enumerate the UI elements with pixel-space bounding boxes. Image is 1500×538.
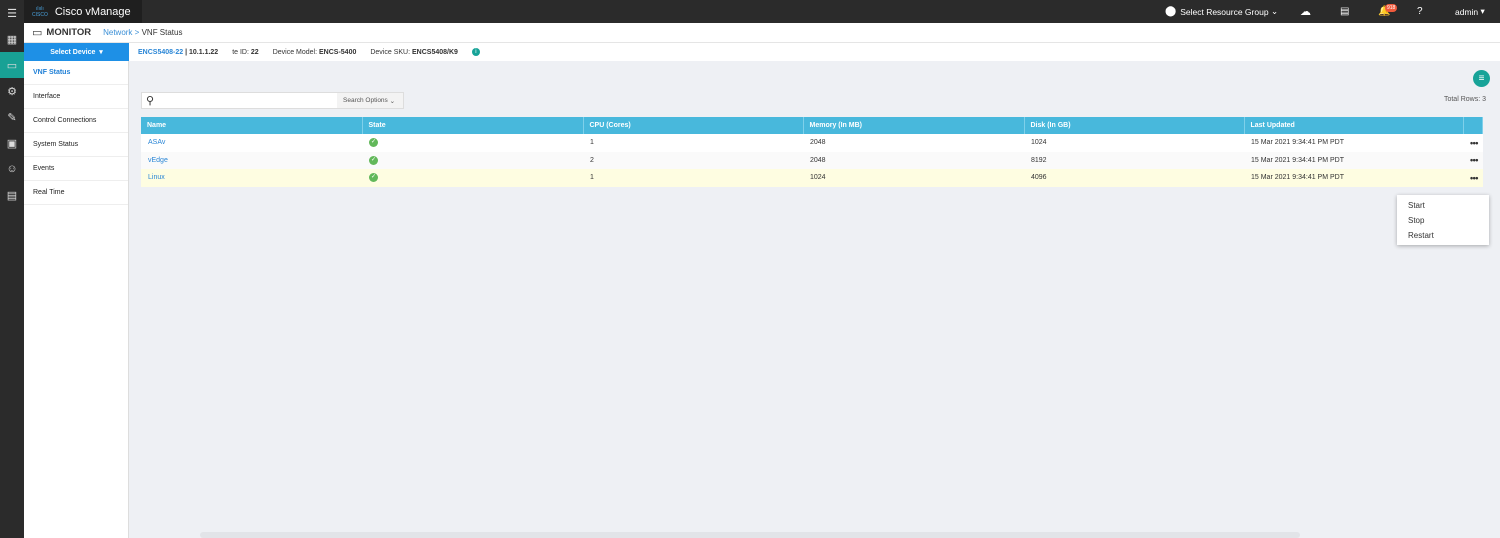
search-icon: ⚲ xyxy=(146,95,155,107)
help-icon[interactable]: ? xyxy=(1417,0,1423,23)
monitor-icon: ▭ xyxy=(32,27,43,39)
check-circle-icon: ✓ xyxy=(369,138,378,148)
breadcrumb-network[interactable]: Network xyxy=(103,28,132,37)
vnf-name-link[interactable]: ASAv xyxy=(141,134,362,152)
chevron-down-icon: ⌄ xyxy=(389,97,396,105)
search-bar: ⚲ Search Options ⌄ xyxy=(141,92,404,109)
last-updated-cell: 15 Mar 2021 9:34:41 PM PDT xyxy=(1244,169,1463,187)
vnf-table: Name State CPU (Cores) Memory (In MB) Di… xyxy=(141,117,1483,187)
brand: ılıılı CISCO Cisco vManage xyxy=(24,0,142,23)
check-circle-icon: ✓ xyxy=(369,155,378,165)
device-ip: | 10.1.1.22 xyxy=(185,48,219,56)
column-header-actions xyxy=(1463,117,1483,134)
device-info-bar: ENCS5408-22 | 10.1.1.22 te ID: 22 Device… xyxy=(129,43,1500,61)
column-header-cpu[interactable]: CPU (Cores) xyxy=(583,117,804,134)
horizontal-scrollbar[interactable] xyxy=(200,532,1300,538)
page-title: MONITOR xyxy=(46,27,92,38)
nav-rail: ☰ ▦ ▭ ⚙ ✎ ▣ ☺ ▤ xyxy=(0,0,24,538)
breadcrumb-current: VNF Status xyxy=(141,28,183,37)
vnf-name-link[interactable]: vEdge xyxy=(141,151,362,169)
resource-group-select[interactable]: ⬤ Select Resource Group ⌄ xyxy=(1165,0,1278,23)
table-row: Linux ✓ 1 1024 4096 15 Mar 2021 9:34:41 … xyxy=(141,169,1483,187)
cisco-logo: ılıılı CISCO xyxy=(32,5,48,18)
bell-icon[interactable]: 🔔 918 xyxy=(1378,0,1398,23)
table-row: vEdge ✓ 2 2048 8192 15 Mar 2021 9:34:41 … xyxy=(141,151,1483,169)
disk-cell: 4096 xyxy=(1024,169,1244,187)
more-actions-icon[interactable]: ••• xyxy=(1463,134,1483,152)
user-name: admin xyxy=(1455,6,1479,17)
chevron-down-icon: ⌄ xyxy=(1270,6,1279,16)
more-actions-icon[interactable]: ••• xyxy=(1463,169,1483,187)
menu-item-restart[interactable]: Restart xyxy=(1397,228,1489,243)
sidebar: VNF Status Interface Control Connections… xyxy=(24,61,129,538)
monitor-icon[interactable]: ▭ xyxy=(0,52,24,78)
more-actions-icon[interactable]: ••• xyxy=(1463,151,1483,169)
cpu-cell: 1 xyxy=(583,169,803,187)
memory-cell: 1024 xyxy=(803,169,1024,187)
maintenance-toolbox-icon[interactable]: ▣ xyxy=(0,130,24,156)
search-options-label: Search Options xyxy=(343,97,388,104)
search-options-dropdown[interactable]: Search Options ⌄ xyxy=(337,93,403,108)
configuration-gear-icon[interactable]: ⚙ xyxy=(0,78,24,104)
sidebar-item-vnf-status[interactable]: VNF Status xyxy=(24,61,128,85)
column-header-memory[interactable]: Memory (In MB) xyxy=(803,117,1025,134)
breadcrumb-separator: > xyxy=(134,28,140,37)
info-icon[interactable]: i xyxy=(471,48,480,56)
model-label: Device Model: xyxy=(272,48,318,56)
device-name[interactable]: ENCS5408-22 xyxy=(138,49,183,56)
administration-users-icon[interactable]: ☺ xyxy=(0,156,24,182)
device-sku: ENCS5408/K9 xyxy=(412,48,458,56)
sidebar-item-control-connections[interactable]: Control Connections xyxy=(24,109,128,133)
notification-badge: 918 xyxy=(1385,4,1398,12)
memory-cell: 2048 xyxy=(803,151,1024,169)
column-header-last-updated[interactable]: Last Updated xyxy=(1244,117,1464,134)
total-rows: Total Rows: 3 xyxy=(1443,96,1486,103)
vnf-name-link[interactable]: Linux xyxy=(141,169,362,187)
check-circle-icon: ✓ xyxy=(369,173,378,183)
select-device-button[interactable]: Select Device ▾ xyxy=(24,43,129,61)
breadcrumb: Network > VNF Status xyxy=(103,28,182,37)
sidebar-item-system-status[interactable]: System Status xyxy=(24,133,128,157)
app-title: Cisco vManage xyxy=(54,5,131,18)
location-pin-icon: ⬤ xyxy=(1165,6,1177,17)
memory-cell: 2048 xyxy=(803,134,1024,152)
device-model: ENCS-5400 xyxy=(319,48,357,56)
last-updated-cell: 15 Mar 2021 9:34:41 PM PDT xyxy=(1244,134,1463,152)
table-row: ASAv ✓ 1 2048 1024 15 Mar 2021 9:34:41 P… xyxy=(141,134,1483,152)
site-id: 22 xyxy=(250,48,259,56)
menu-item-start[interactable]: Start xyxy=(1397,198,1489,213)
disk-cell: 1024 xyxy=(1024,134,1244,152)
column-header-name[interactable]: Name xyxy=(141,117,363,134)
resource-group-label: Select Resource Group xyxy=(1180,6,1269,17)
sku-label: Device SKU: xyxy=(370,48,411,56)
search-input[interactable] xyxy=(158,93,337,108)
last-updated-cell: 15 Mar 2021 9:34:41 PM PDT xyxy=(1244,151,1463,169)
cpu-cell: 2 xyxy=(583,151,803,169)
sidebar-item-events[interactable]: Events xyxy=(24,157,128,181)
sidebar-item-real-time[interactable]: Real Time xyxy=(24,181,128,205)
column-header-disk[interactable]: Disk (In GB) xyxy=(1024,117,1245,134)
column-header-state[interactable]: State xyxy=(362,117,584,134)
table-menu-button[interactable]: ≡ xyxy=(1473,70,1490,87)
context-menu: Start Stop Restart xyxy=(1397,195,1489,245)
disk-cell: 8192 xyxy=(1024,151,1244,169)
analytics-icon[interactable]: ▤ xyxy=(0,182,24,208)
menu-item-stop[interactable]: Stop xyxy=(1397,213,1489,228)
select-device-label: Select Device xyxy=(50,48,96,56)
tools-wrench-icon[interactable]: ✎ xyxy=(0,104,24,130)
user-menu[interactable]: admin ▾ xyxy=(1455,0,1485,23)
page-header: ▭ MONITOR Network > VNF Status xyxy=(24,23,1500,43)
sidebar-item-interface[interactable]: Interface xyxy=(24,85,128,109)
dashboard-icon[interactable]: ▦ xyxy=(0,26,24,52)
cloud-icon[interactable]: ☁ xyxy=(1300,0,1311,23)
hamburger-menu-icon[interactable]: ☰ xyxy=(0,0,24,26)
cpu-cell: 1 xyxy=(583,134,803,152)
site-id-label: te ID: xyxy=(232,48,249,56)
clipboard-icon[interactable]: ▤ xyxy=(1340,0,1349,23)
